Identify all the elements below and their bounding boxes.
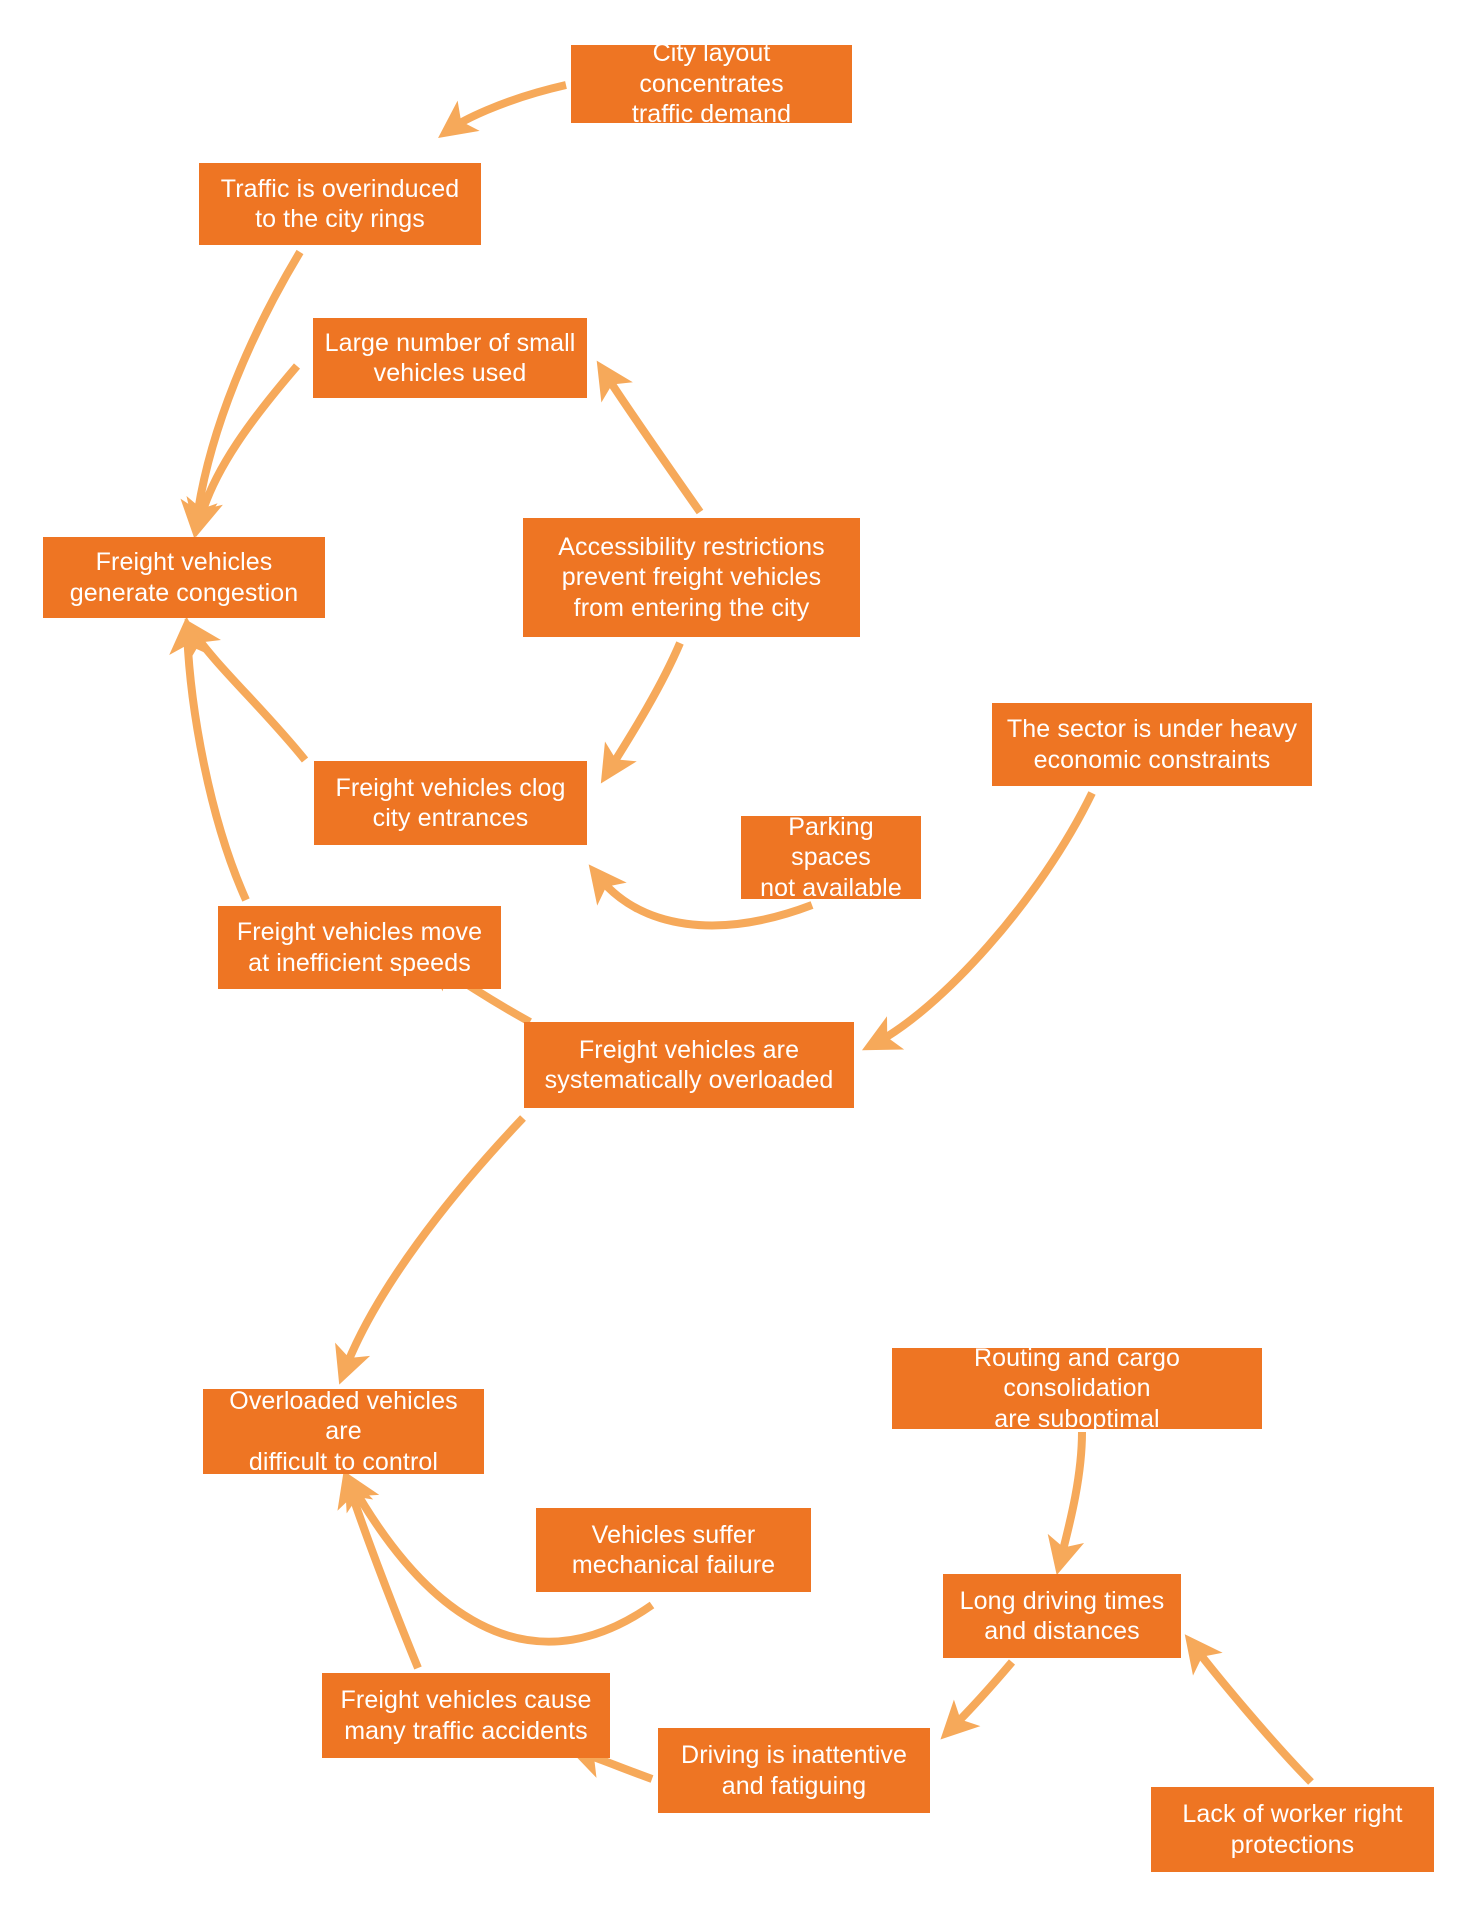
node-small-vehicles[interactable]: Large number of small vehicles used <box>313 318 587 398</box>
node-clog-entrances[interactable]: Freight vehicles clog city entrances <box>314 761 587 845</box>
node-generate-congestion[interactable]: Freight vehicles generate congestion <box>43 537 325 618</box>
edge-accidents-to-control <box>337 1469 422 1670</box>
node-mechanical-failure[interactable]: Vehicles suffer mechanical failure <box>536 1508 811 1592</box>
node-inefficient-speeds[interactable]: Freight vehicles move at inefficient spe… <box>218 906 501 989</box>
edge-long-driving-to-inattentive <box>940 1659 1016 1740</box>
node-parking-unavailable[interactable]: Parking spaces not available <box>741 813 921 902</box>
node-systematically-overloaded[interactable]: Freight vehicles are systematically over… <box>524 1022 854 1108</box>
node-city-layout[interactable]: City layout concentrates traffic demand <box>571 39 852 128</box>
edge-traffic-to-congestion <box>180 249 304 539</box>
diagram-canvas: City layout concentrates traffic demand … <box>0 0 1481 1920</box>
edge-speeds-to-congestion <box>169 616 250 902</box>
edge-overloaded-to-control <box>335 1115 526 1385</box>
node-inattentive-driving[interactable]: Driving is inattentive and fatiguing <box>658 1728 930 1813</box>
edge-accessibility-to-small-vehicles <box>596 360 704 515</box>
node-traffic-accidents[interactable]: Freight vehicles cause many traffic acci… <box>322 1673 610 1758</box>
edge-clog-to-congestion <box>184 618 309 763</box>
node-routing-suboptimal[interactable]: Routing and cargo consolidation are subo… <box>892 1344 1262 1433</box>
node-worker-rights[interactable]: Lack of worker right protections <box>1151 1787 1434 1872</box>
edge-accessibility-to-clog <box>600 641 684 784</box>
edge-small-vehicles-to-congestion <box>186 363 301 538</box>
edge-worker-rights-to-long-driving <box>1184 1634 1314 1785</box>
node-accessibility-restrictions[interactable]: Accessibility restrictions prevent freig… <box>523 518 860 637</box>
edge-city-layout-to-traffic <box>438 81 567 138</box>
node-economic-constraints[interactable]: The sector is under heavy economic const… <box>992 703 1312 786</box>
edge-routing-to-long-driving <box>1047 1431 1086 1576</box>
node-traffic-overinduced[interactable]: Traffic is overinduced to the city rings <box>199 163 481 245</box>
node-long-driving[interactable]: Long driving times and distances <box>943 1574 1181 1658</box>
node-difficult-control[interactable]: Overloaded vehicles are difficult to con… <box>203 1387 484 1476</box>
